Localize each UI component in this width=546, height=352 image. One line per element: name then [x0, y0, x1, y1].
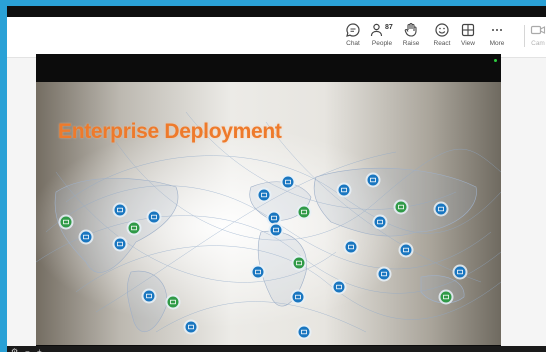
device-node-icon — [343, 239, 359, 255]
settings-icon[interactable]: ⚙ — [11, 346, 18, 352]
server-node-icon — [393, 199, 409, 215]
device-node-icon — [376, 266, 392, 282]
device-node-icon — [141, 288, 157, 304]
camera-label: Cam — [531, 40, 545, 47]
toolbar-divider — [524, 25, 525, 47]
zoom-out-icon[interactable]: − — [25, 346, 30, 352]
device-node-icon — [452, 264, 468, 280]
device-node-icon — [331, 279, 347, 295]
server-node-icon — [291, 255, 307, 271]
device-node-icon — [268, 222, 284, 238]
raise-hand-icon — [404, 22, 417, 37]
device-node-icon — [296, 324, 312, 340]
window-top-strip — [7, 6, 546, 17]
camera-button[interactable]: Cam — [528, 20, 546, 54]
device-node-icon — [250, 264, 266, 280]
react-icon — [435, 23, 449, 37]
device-node-icon — [336, 182, 352, 198]
server-node-icon — [296, 204, 312, 220]
device-node-icon — [280, 174, 296, 190]
server-node-icon — [126, 220, 142, 236]
people-icon — [370, 23, 383, 37]
presenter-status-dot — [494, 59, 497, 62]
slide-title: Enterprise Deployment — [58, 120, 282, 143]
server-node-icon — [165, 294, 181, 310]
shared-slide: Enterprise Deployment — [36, 82, 501, 345]
device-node-icon — [78, 229, 94, 245]
zoom-in-icon[interactable]: + — [37, 346, 42, 352]
device-node-icon — [372, 214, 388, 230]
device-node-icon — [365, 172, 381, 188]
people-label: People — [371, 40, 393, 47]
more-label: More — [489, 40, 505, 47]
device-node-icon — [112, 236, 128, 252]
camera-icon — [530, 25, 546, 35]
view-label: View — [461, 40, 475, 47]
more-icon — [492, 29, 502, 31]
device-node-icon — [183, 319, 199, 335]
people-count: 87 — [385, 24, 393, 31]
shared-screen-stage: Enterprise Deployment — [36, 54, 501, 352]
device-node-icon — [112, 202, 128, 218]
device-node-icon — [256, 187, 272, 203]
meeting-window: Chat 87 People Raise React View More Cam — [7, 6, 546, 352]
chat-icon — [346, 23, 360, 37]
more-button[interactable]: More — [479, 20, 515, 54]
chat-label: Chat — [346, 40, 360, 47]
stage-bottom-bar: ⚙ − + — [7, 346, 546, 352]
react-label: React — [433, 40, 451, 47]
view-icon — [461, 23, 475, 37]
raise-label: Raise — [402, 40, 420, 47]
device-node-icon — [433, 201, 449, 217]
device-node-icon — [398, 242, 414, 258]
device-node-icon — [146, 209, 162, 225]
server-node-icon — [438, 289, 454, 305]
device-node-icon — [290, 289, 306, 305]
server-node-icon — [58, 214, 74, 230]
meeting-toolbar: Chat 87 People Raise React View More Cam — [7, 17, 546, 58]
